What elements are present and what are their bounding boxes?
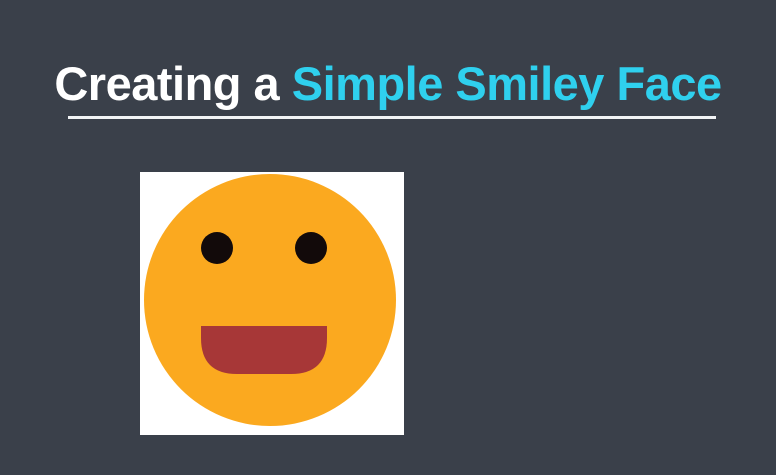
title-underline bbox=[68, 116, 716, 119]
smiley-face-icon bbox=[140, 172, 404, 435]
slide: Creating a Simple Smiley Face bbox=[0, 0, 776, 475]
left-eye bbox=[201, 232, 233, 264]
title-plain-text: Creating a bbox=[54, 57, 280, 110]
right-eye bbox=[295, 232, 327, 264]
smiley-face-circle bbox=[144, 174, 396, 426]
title-accent-text: Simple Smiley Face bbox=[291, 57, 722, 110]
slide-title: Creating a Simple Smiley Face bbox=[0, 54, 776, 114]
smiley-mouth bbox=[201, 326, 327, 374]
smiley-face-image bbox=[140, 172, 404, 435]
